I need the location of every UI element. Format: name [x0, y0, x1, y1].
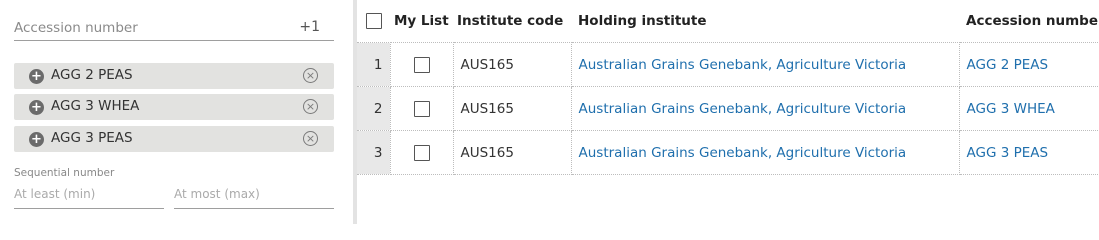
accession-chip: + AGG 3 PEAS ×: [14, 126, 334, 152]
chip-label: AGG 3 WHEA: [51, 98, 140, 114]
row-number: 2: [357, 86, 391, 131]
accession-number-cell: AGG 2 PEAS: [958, 42, 1099, 87]
remove-circle-icon[interactable]: ×: [303, 131, 318, 146]
plus-circle-icon[interactable]: +: [29, 100, 44, 115]
institute-code-cell: AUS165: [452, 130, 572, 175]
table-row: 1 AUS165 Australian Grains Genebank, Agr…: [357, 42, 1099, 87]
row-number: 3: [357, 130, 391, 175]
sequential-min-input[interactable]: At least (min): [14, 186, 164, 209]
accession-number-cell: AGG 3 WHEA: [958, 86, 1099, 131]
accession-chip: + AGG 3 WHEA ×: [14, 94, 334, 120]
sequential-max-input[interactable]: At most (max): [174, 186, 334, 209]
select-all-checkbox[interactable]: [365, 13, 382, 29]
extra-values-count[interactable]: +1: [299, 19, 320, 35]
accession-number-placeholder: Accession number: [14, 20, 138, 36]
max-placeholder: At most (max): [174, 187, 260, 201]
header-holding-institute[interactable]: Holding institute: [571, 0, 959, 43]
select-all-cell: [357, 0, 390, 43]
header-accession-number[interactable]: Accession number: [959, 0, 1099, 43]
table-row: 2 AUS165 Australian Grains Genebank, Agr…: [357, 86, 1099, 131]
accession-number-cell: AGG 3 PEAS: [958, 130, 1099, 175]
header-institute-code[interactable]: Institute code: [453, 0, 571, 43]
accession-number-input[interactable]: Accession number +1: [14, 16, 334, 41]
my-list-cell: [389, 42, 454, 87]
institute-code-cell: AUS165: [452, 42, 572, 87]
my-list-checkbox[interactable]: [413, 56, 430, 73]
institute-code-cell: AUS165: [452, 86, 572, 131]
table-header-row: My List Institute code Holding institute…: [357, 0, 1099, 43]
plus-circle-icon[interactable]: +: [29, 132, 44, 147]
holding-institute-link[interactable]: Australian Grains Genebank, Agriculture …: [579, 145, 907, 161]
holding-institute-link[interactable]: Australian Grains Genebank, Agriculture …: [579, 57, 907, 73]
my-list-checkbox[interactable]: [413, 100, 430, 117]
holding-institute-link[interactable]: Australian Grains Genebank, Agriculture …: [579, 101, 907, 117]
accession-number-link[interactable]: AGG 3 WHEA: [967, 101, 1055, 117]
chip-label: AGG 2 PEAS: [51, 67, 133, 83]
accession-number-link[interactable]: AGG 2 PEAS: [967, 57, 1049, 73]
plus-circle-icon[interactable]: +: [29, 69, 44, 84]
row-number: 1: [357, 42, 391, 87]
holding-institute-cell: Australian Grains Genebank, Agriculture …: [570, 42, 960, 87]
remove-circle-icon[interactable]: ×: [303, 99, 318, 114]
accession-chip: + AGG 2 PEAS ×: [14, 63, 334, 89]
results-table: My List Institute code Holding institute…: [357, 0, 1099, 175]
min-placeholder: At least (min): [14, 187, 96, 201]
holding-institute-cell: Australian Grains Genebank, Agriculture …: [570, 130, 960, 175]
chip-label: AGG 3 PEAS: [51, 130, 133, 146]
my-list-checkbox[interactable]: [413, 144, 430, 161]
my-list-cell: [389, 130, 454, 175]
remove-circle-icon[interactable]: ×: [303, 68, 318, 83]
table-row: 3 AUS165 Australian Grains Genebank, Agr…: [357, 130, 1099, 175]
filter-panel: Accession number +1 + AGG 2 PEAS × + AGG…: [0, 0, 352, 224]
my-list-cell: [389, 86, 454, 131]
accession-number-link[interactable]: AGG 3 PEAS: [967, 145, 1049, 161]
header-my-list[interactable]: My List: [390, 0, 453, 43]
holding-institute-cell: Australian Grains Genebank, Agriculture …: [570, 86, 960, 131]
sequential-number-label: Sequential number: [14, 167, 115, 179]
